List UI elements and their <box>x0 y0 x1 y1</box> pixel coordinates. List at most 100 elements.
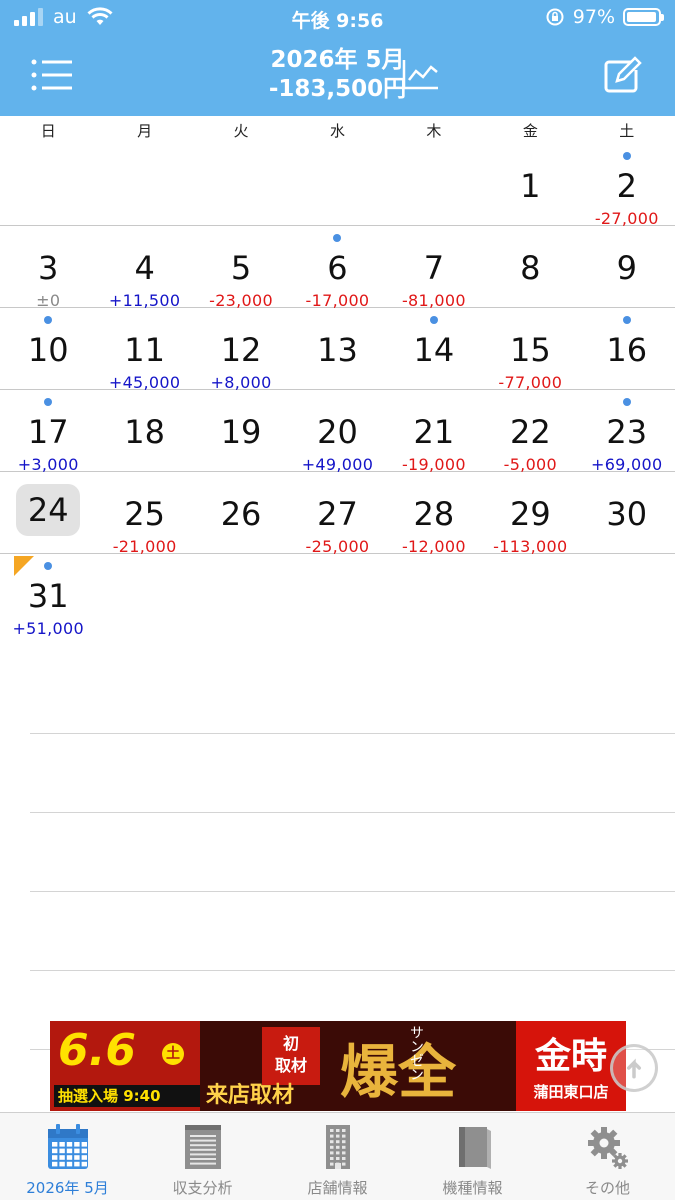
calendar-day-cell[interactable]: 2 -27,000 <box>579 144 675 228</box>
tab-gear[interactable]: その他 <box>540 1113 675 1200</box>
day-number: 21 <box>413 413 455 451</box>
entry-dot <box>44 398 53 406</box>
day-number: 27 <box>317 495 358 533</box>
status-bar: au 午後 9:56 97% <box>0 0 675 36</box>
day-number: 22 <box>509 413 551 451</box>
calendar-day-cell[interactable]: 19 <box>193 390 289 472</box>
gear-icon <box>586 1123 630 1171</box>
calendar-day-cell[interactable]: 6 -17,000 <box>289 226 385 310</box>
tab-notepad[interactable]: 収支分析 <box>135 1113 270 1200</box>
day-number: 28 <box>413 495 455 533</box>
corner-marker <box>14 556 34 576</box>
divider <box>30 812 675 813</box>
calendar-day-cell[interactable]: 21 -19,000 <box>386 390 482 474</box>
calendar-week: 10 11 +45,000 12 +8,000 13 14 15 -77,000 16 <box>0 308 675 392</box>
building-icon <box>316 1123 360 1171</box>
ad-katakana: サンゼン <box>408 1025 424 1081</box>
day-number: 5 <box>230 249 252 287</box>
calendar-day-cell[interactable]: 31 +51,000 <box>0 554 96 638</box>
day-number: 14 <box>413 331 455 369</box>
day-number: 7 <box>423 249 445 287</box>
calendar-day-cell[interactable]: 17 +3,000 <box>0 390 96 474</box>
weekday-label: 火 <box>233 122 249 140</box>
day-number: 26 <box>220 495 262 533</box>
calendar-day-cell[interactable]: 10 <box>0 308 96 390</box>
day-number: 8 <box>520 249 541 287</box>
calendar-week: 1 2 -27,000 <box>0 144 675 228</box>
day-number: 11 <box>124 331 165 369</box>
calendar-day-cell[interactable]: 3 ±0 <box>0 226 96 310</box>
day-number: 12 <box>220 331 262 369</box>
tab-label: 2026年 5月 <box>26 1179 109 1197</box>
calendar-day-cell[interactable]: 30 <box>579 472 675 554</box>
calendar-day-cell[interactable]: 26 <box>193 472 289 554</box>
ad-banner[interactable]: 6.6 土 抽選入場 9:40 初 取材 来店取材 爆全 サンゼン 金時 蒲田東… <box>50 1021 626 1111</box>
calendar-day-cell[interactable]: 7 -81,000 <box>386 226 482 310</box>
calendar-day-cell[interactable]: 25 -21,000 <box>96 472 192 556</box>
calendar-day-cell[interactable]: 22 -5,000 <box>482 390 578 474</box>
calendar-day-cell[interactable]: 27 -25,000 <box>289 472 385 556</box>
scroll-to-top-icon[interactable] <box>610 1044 658 1092</box>
day-number: 20 <box>317 413 358 451</box>
calendar-empty-cell <box>193 144 289 226</box>
calendar-week: 31 +51,000 <box>0 554 675 638</box>
divider <box>30 970 675 971</box>
month-title[interactable]: 2026年 5月 -183,500円 <box>0 46 675 104</box>
calendar-day-cell[interactable]: 4 +11,500 <box>96 226 192 310</box>
weekday-label: 木 <box>426 122 442 140</box>
calendar-day-cell[interactable]: 16 <box>579 308 675 390</box>
ad-visit: 来店取材 <box>206 1082 295 1108</box>
entry-dot <box>333 234 342 242</box>
compose-icon[interactable] <box>603 56 643 94</box>
tab-label: 店舗情報 <box>307 1179 368 1197</box>
calendar-day-cell[interactable]: 23 +69,000 <box>579 390 675 474</box>
day-number: 9 <box>616 249 637 287</box>
calendar-day-cell[interactable]: 28 -12,000 <box>386 472 482 556</box>
weekday-label: 日 <box>40 122 56 140</box>
calendar-grid: 1 2 -27,000 3 ±0 4 +11,500 5 -23,000 6 -17,000 7 -81… <box>0 144 675 638</box>
day-number: 25 <box>124 495 165 533</box>
divider <box>30 733 675 734</box>
day-number: 16 <box>606 331 648 369</box>
calendar-day-cell[interactable]: 11 +45,000 <box>96 308 192 392</box>
calendar-week: 17 +3,000 18 19 20 +49,000 21 -19,000 22 -5,000 23… <box>0 390 675 474</box>
battery-icon <box>623 8 664 26</box>
tab-building[interactable]: 店舗情報 <box>270 1113 405 1200</box>
entry-dot <box>622 152 631 160</box>
tab-calendar[interactable]: 2026年 5月 <box>0 1113 135 1200</box>
day-number: 13 <box>317 331 358 369</box>
calendar-day-cell[interactable]: 13 <box>289 308 385 390</box>
calendar-day-cell[interactable]: 18 <box>96 390 192 472</box>
calendar-day-cell[interactable]: 29 -113,000 <box>482 472 578 556</box>
calendar-day-cell[interactable]: 24 <box>0 472 96 554</box>
ad-branch: 蒲田東口店 <box>533 1083 609 1101</box>
calendar-day-cell[interactable]: 15 -77,000 <box>482 308 578 392</box>
calendar-empty-cell <box>289 144 385 226</box>
tab-label: 収支分析 <box>172 1179 233 1197</box>
day-number: 15 <box>509 331 551 369</box>
tab-label: その他 <box>584 1179 630 1197</box>
calendar-empty-cell <box>0 144 96 226</box>
calendar-day-cell[interactable]: 8 <box>482 226 578 308</box>
battery-percent: 97% <box>572 6 615 28</box>
calendar-day-cell[interactable]: 9 <box>579 226 675 308</box>
day-number: 19 <box>220 413 262 451</box>
entry-dot <box>44 562 53 570</box>
nav-bar: 2026年 5月 -183,500円 <box>0 36 675 116</box>
calendar-day-cell[interactable]: 1 <box>482 144 578 226</box>
calendar-day-cell[interactable]: 20 +49,000 <box>289 390 385 474</box>
day-amount: +51,000 <box>12 619 84 638</box>
calendar-day-cell[interactable]: 12 +8,000 <box>193 308 289 392</box>
tab-book[interactable]: 機種情報 <box>405 1113 540 1200</box>
calendar-day-cell[interactable]: 5 -23,000 <box>193 226 289 310</box>
calendar-week: 24 25 -21,000 26 27 -25,000 28 -12,000 29 -113,00… <box>0 472 675 556</box>
ad-big-kanji: 爆全 <box>340 1038 457 1106</box>
day-number: 6 <box>327 249 348 287</box>
calendar-week: 3 ±0 4 +11,500 5 -23,000 6 -17,000 7 -81,000 8 9 <box>0 226 675 310</box>
day-number: 18 <box>124 413 165 451</box>
battery-fill <box>627 12 657 22</box>
line-chart-icon[interactable] <box>402 58 440 90</box>
weekday-label: 月 <box>137 122 153 140</box>
entry-dot <box>622 316 631 324</box>
calendar-day-cell[interactable]: 14 <box>386 308 482 390</box>
